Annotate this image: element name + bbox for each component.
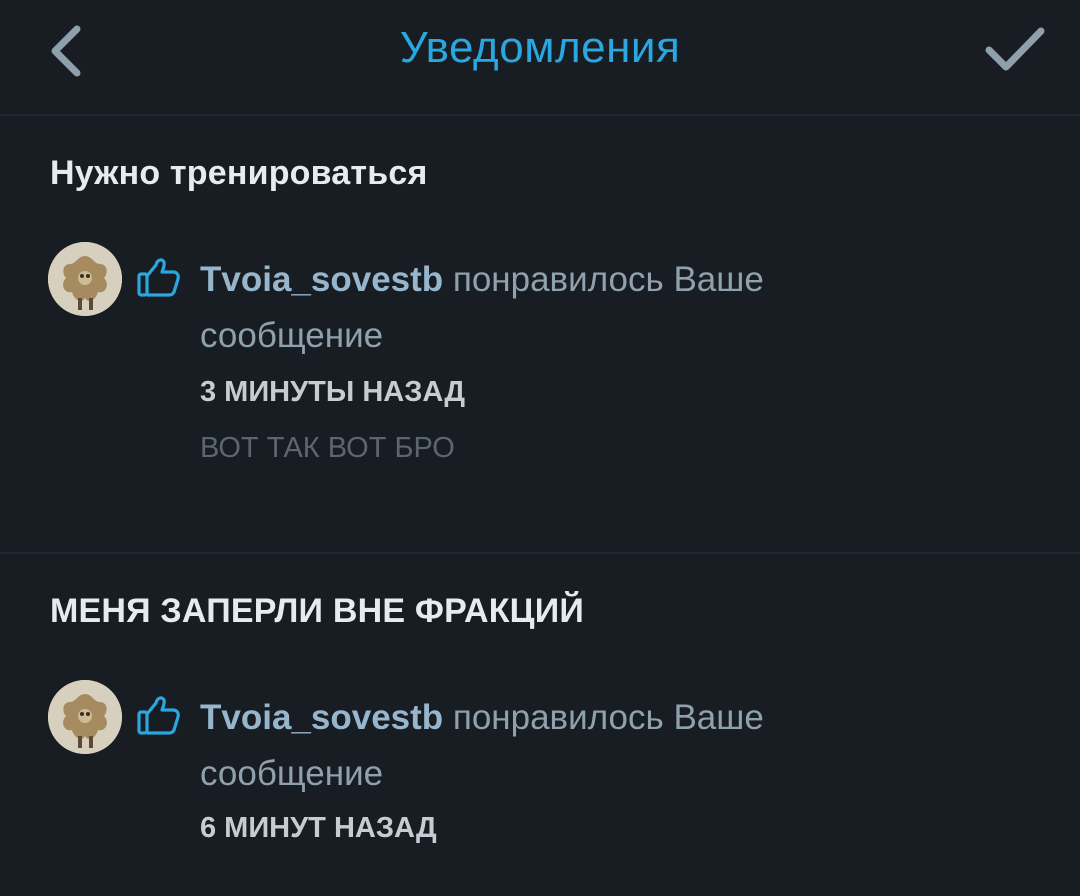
notification-group: МЕНЯ ЗАПЕРЛИ ВНЕ ФРАКЦИЙ Tvoia_sovestb п… — [0, 556, 1080, 896]
username-link[interactable]: Tvoia_sovestb — [200, 698, 443, 737]
thumbs-up-icon — [137, 696, 180, 735]
notification-group: Нужно тренироваться Tvoia_sovestb понрав… — [0, 118, 1080, 554]
message-excerpt: ВОТ ТАК ВОТ БРО — [200, 432, 455, 464]
avatar[interactable] — [48, 680, 122, 754]
group-title[interactable]: Нужно тренироваться — [50, 152, 428, 194]
username-link[interactable]: Tvoia_sovestb — [200, 260, 443, 299]
top-bar: Уведомления — [0, 0, 1080, 116]
notification-text: Tvoia_sovestb понравилось Ваше сообщение — [200, 690, 900, 802]
timestamp: 3 МИНУТЫ НАЗАД — [200, 376, 466, 408]
page-title: Уведомления — [399, 23, 681, 72]
notification-text: Tvoia_sovestb понравилось Ваше сообщение — [200, 252, 900, 364]
notifications-screen: Уведомления Нужно тренироваться Tvoia_so… — [0, 0, 1080, 896]
check-icon — [985, 27, 1045, 71]
group-title[interactable]: МЕНЯ ЗАПЕРЛИ ВНЕ ФРАКЦИЙ — [50, 590, 584, 632]
avatar[interactable] — [48, 242, 122, 316]
mark-all-read-button[interactable] — [980, 14, 1050, 84]
avatar-image — [48, 680, 122, 754]
avatar-image — [48, 242, 122, 316]
timestamp: 6 МИНУТ НАЗАД — [200, 812, 437, 844]
thumbs-up-icon — [137, 258, 180, 297]
